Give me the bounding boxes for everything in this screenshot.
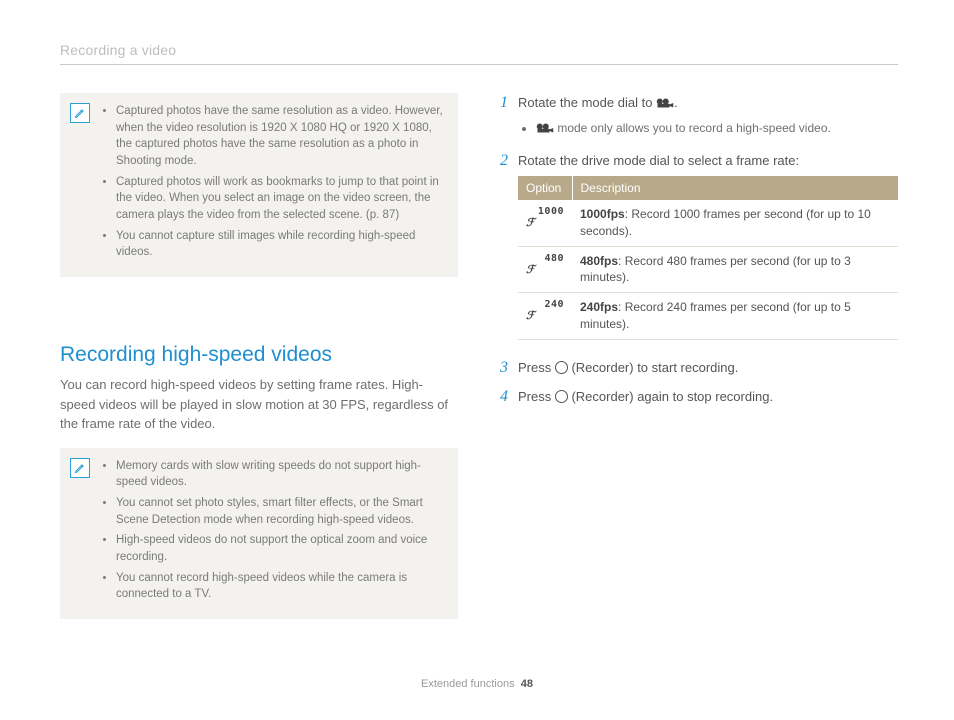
frame-rate-table: Option Description 1000ℱ 1000fps: Record…: [518, 176, 898, 340]
video-camera-icon: [656, 95, 674, 115]
fps-option-icon: 480ℱ: [518, 246, 572, 293]
step-body: Press (Recorder) again to stop recording…: [518, 387, 898, 407]
step-text: Press: [518, 389, 555, 404]
fps-option-icon: 240ℱ: [518, 293, 572, 340]
note-list-1: Captured photos have the same resolution…: [100, 103, 444, 265]
note-icon: [70, 103, 90, 123]
section-intro: You can record high-speed videos by sett…: [60, 375, 458, 434]
step-text: Press: [518, 360, 555, 375]
recorder-button-icon: [555, 361, 568, 374]
note-item: High-speed videos do not support the opt…: [116, 532, 444, 565]
fps-description: 480fps: Record 480 frames per second (fo…: [572, 246, 898, 293]
recorder-button-icon: [555, 390, 568, 403]
table-row: 240ℱ 240fps: Record 240 frames per secon…: [518, 293, 898, 340]
step-2: 2 Rotate the drive mode dial to select a…: [500, 151, 898, 340]
note-item: You cannot set photo styles, smart filte…: [116, 495, 444, 528]
note-list-2: Memory cards with slow writing speeds do…: [100, 458, 444, 607]
fps-option-icon: 1000ℱ: [518, 200, 572, 246]
step-bullet-text: mode only allows you to record a high-sp…: [554, 121, 831, 135]
step-body: Press (Recorder) to start recording.: [518, 358, 898, 378]
step-body: Rotate the mode dial to . mode only allo…: [518, 93, 898, 141]
note-item: You cannot capture still images while re…: [116, 228, 444, 261]
step-bullet: mode only allows you to record a high-sp…: [536, 119, 898, 139]
step-body: Rotate the drive mode dial to select a f…: [518, 151, 898, 340]
step-text: .: [674, 95, 678, 110]
step-3: 3 Press (Recorder) to start recording.: [500, 358, 898, 378]
table-header-option: Option: [518, 176, 572, 200]
step-text: Rotate the drive mode dial to select a f…: [518, 151, 898, 171]
table-row: 1000ℱ 1000fps: Record 1000 frames per se…: [518, 200, 898, 246]
fps-description: 240fps: Record 240 frames per second (fo…: [572, 293, 898, 340]
footer-section: Extended functions: [421, 678, 515, 690]
video-camera-icon: [536, 121, 554, 139]
note-item: Captured photos will work as bookmarks t…: [116, 174, 444, 224]
note-item: Captured photos have the same resolution…: [116, 103, 444, 170]
step-text: (Recorder) to start recording.: [568, 360, 739, 375]
left-column: Captured photos have the same resolution…: [60, 93, 458, 619]
step-number: 1: [500, 93, 518, 141]
note-box-1: Captured photos have the same resolution…: [60, 93, 458, 277]
table-header-description: Description: [572, 176, 898, 200]
step-1: 1 Rotate the mode dial to . mode only al…: [500, 93, 898, 141]
fps-description: 1000fps: Record 1000 frames per second (…: [572, 200, 898, 246]
step-text: (Recorder) again to stop recording.: [568, 389, 773, 404]
step-number: 4: [500, 387, 518, 407]
page: Recording a video Captured photos have t…: [0, 0, 954, 619]
step-number: 2: [500, 151, 518, 340]
page-number: 48: [521, 678, 533, 690]
table-row: 480ℱ 480fps: Record 480 frames per secon…: [518, 246, 898, 293]
step-4: 4 Press (Recorder) again to stop recordi…: [500, 387, 898, 407]
note-icon: [70, 458, 90, 478]
right-column: 1 Rotate the mode dial to . mode only al…: [500, 93, 898, 619]
section-title: Recording high-speed videos: [60, 343, 458, 367]
note-item: Memory cards with slow writing speeds do…: [116, 458, 444, 491]
note-box-2: Memory cards with slow writing speeds do…: [60, 448, 458, 619]
step-number: 3: [500, 358, 518, 378]
page-footer: Extended functions 48: [0, 678, 954, 690]
content-columns: Captured photos have the same resolution…: [60, 93, 898, 619]
header-rule: [60, 64, 898, 65]
step-text: Rotate the mode dial to: [518, 95, 656, 110]
breadcrumb: Recording a video: [60, 42, 898, 58]
note-item: You cannot record high-speed videos whil…: [116, 570, 444, 603]
